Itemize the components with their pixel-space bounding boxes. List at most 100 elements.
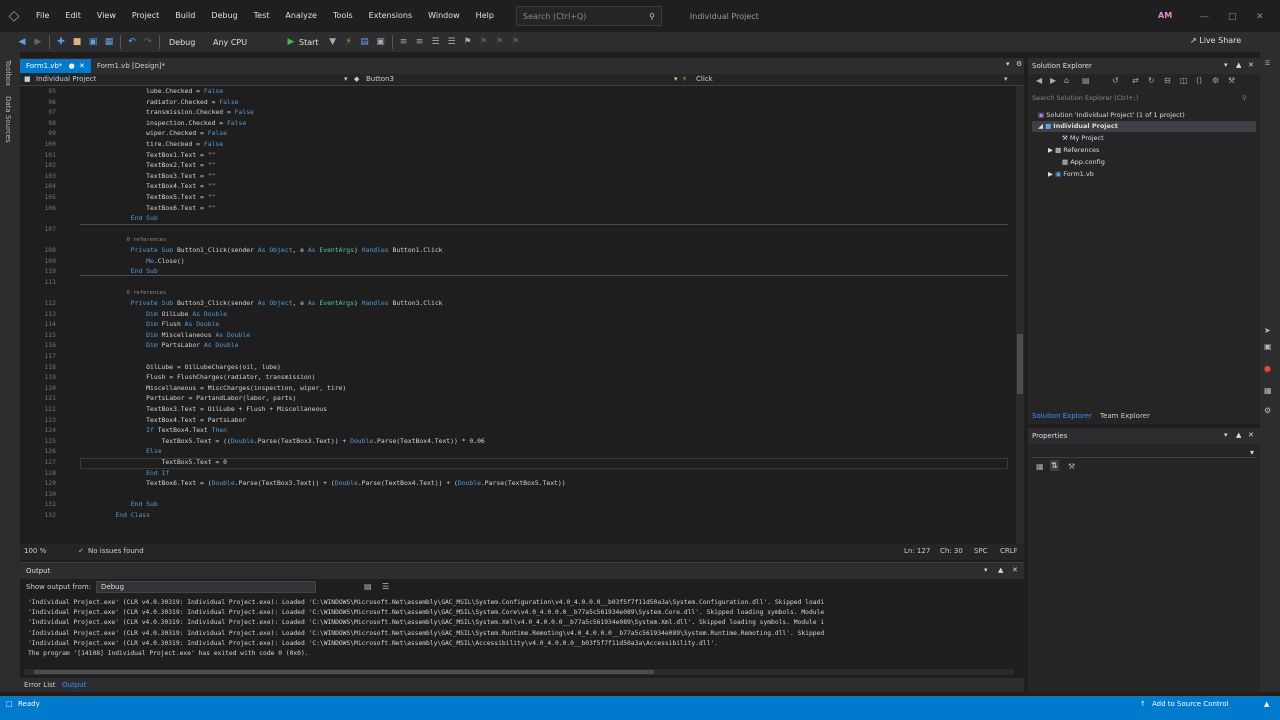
code-line[interactable]: 108 Private Sub Button1_Click(sender As …: [20, 245, 1010, 256]
properties-icon[interactable]: ⚙: [1212, 76, 1219, 85]
bookmark-next-icon[interactable]: ⚑: [492, 37, 508, 47]
bookmark-icon[interactable]: ⚑: [460, 37, 476, 47]
whitespace-mode[interactable]: SPC: [974, 547, 988, 555]
word-wrap-icon[interactable]: ☰: [382, 582, 389, 591]
sync-icon[interactable]: ⇄: [1132, 76, 1139, 85]
save-all-icon[interactable]: ▦: [101, 37, 117, 47]
code-line[interactable]: 104 TextBox4.Text = "": [20, 181, 1010, 192]
tree-item-my-project[interactable]: ⚒ My Project: [1062, 134, 1104, 142]
code-line[interactable]: 95 lube.Checked = False: [20, 86, 1010, 97]
align-right-icon[interactable]: ≡: [412, 37, 428, 47]
image-icon[interactable]: ▦: [1264, 386, 1272, 395]
code-line[interactable]: 131 End Sub: [20, 499, 1010, 510]
live-share-button[interactable]: ↗ Live Share: [1190, 36, 1241, 45]
bookmark-prev-icon[interactable]: ⚑: [476, 37, 492, 47]
back-icon[interactable]: ◀: [1036, 76, 1042, 85]
align-left-icon[interactable]: ≡: [396, 37, 412, 47]
avatar[interactable]: AM: [1158, 11, 1178, 23]
tree-item-references[interactable]: ▶ ▩ References: [1048, 146, 1099, 154]
cursor-icon[interactable]: ➤: [1264, 326, 1271, 335]
code-line[interactable]: 130: [20, 489, 1010, 500]
code-line[interactable]: 97 transmission.Checked = False: [20, 107, 1010, 118]
code-line[interactable]: 100 tire.Checked = False: [20, 139, 1010, 150]
output-horizontal-scrollbar[interactable]: [24, 669, 1014, 675]
menu-item-debug[interactable]: Debug: [203, 0, 245, 32]
panel-dropdown-icon[interactable]: ▾: [984, 566, 988, 574]
code-line[interactable]: 103 TextBox3.Text = "": [20, 171, 1010, 182]
wrench-icon[interactable]: ⚒: [1228, 76, 1235, 85]
menu-item-analyze[interactable]: Analyze: [277, 0, 325, 32]
code-line[interactable]: 128 End If: [20, 468, 1010, 479]
zoom-level[interactable]: 100 %: [24, 547, 46, 555]
show-all-files-icon[interactable]: ◫: [1180, 76, 1188, 85]
collapse-all-icon[interactable]: ⊟: [1164, 76, 1171, 85]
code-line[interactable]: 122 TextBox3.Text = OilLube + Flush + Mi…: [20, 404, 1010, 415]
add-to-source-control-button[interactable]: Add to Source Control: [1152, 700, 1229, 708]
toolbox-tab[interactable]: Toolbox: [4, 60, 12, 86]
close-tab-icon[interactable]: ✕: [79, 62, 85, 70]
menu-item-window[interactable]: Window: [420, 0, 468, 32]
scrollbar-thumb[interactable]: [1017, 334, 1023, 394]
editor-vertical-scrollbar[interactable]: [1016, 86, 1024, 544]
solution-search-input[interactable]: Search Solution Explorer (Ctrl+;) ⚲: [1030, 94, 1256, 106]
menu-item-project[interactable]: Project: [124, 0, 167, 32]
line-ending[interactable]: CRLF: [1000, 547, 1018, 555]
code-line[interactable]: 98 inspection.Checked = False: [20, 118, 1010, 129]
nav-object-dropdown[interactable]: Button3: [366, 75, 394, 83]
code-line[interactable]: 107: [20, 224, 1010, 235]
code-line[interactable]: 110 End Sub: [20, 266, 1010, 277]
code-line[interactable]: 111: [20, 277, 1010, 288]
property-pages-icon[interactable]: ⚒: [1068, 462, 1075, 471]
object-selector[interactable]: ▾: [1032, 448, 1256, 458]
settings-icon[interactable]: ⚙: [1016, 60, 1022, 68]
code-line[interactable]: 114 Dim Flush As Double: [20, 319, 1010, 330]
forward-icon[interactable]: ▶: [30, 37, 46, 47]
data-sources-tab[interactable]: Data Sources: [4, 96, 12, 143]
panel-dropdown-icon[interactable]: ▾: [1224, 61, 1228, 69]
pin-icon[interactable]: ▲: [998, 566, 1003, 574]
code-line[interactable]: 105 TextBox5.Text = "": [20, 192, 1010, 203]
uncomment-icon[interactable]: ☰: [444, 37, 460, 47]
alphabetical-icon[interactable]: ⇅: [1050, 460, 1059, 471]
code-line[interactable]: 117: [20, 351, 1010, 362]
tree-item-app-config[interactable]: ▦ App.config: [1062, 158, 1105, 166]
search-icon[interactable]: ⚲: [1242, 94, 1247, 102]
new-project-icon[interactable]: ✚: [53, 37, 69, 47]
configuration-dropdown[interactable]: Debug: [163, 38, 207, 47]
code-line[interactable]: 118 OilLube = OilLubeCharges(oil, lube): [20, 362, 1010, 373]
bookmark-clear-icon[interactable]: ⚑: [508, 37, 524, 47]
menu-item-extensions[interactable]: Extensions: [361, 0, 420, 32]
scrollbar-thumb[interactable]: [34, 670, 654, 674]
code-line[interactable]: 116 Dim PartsLabor As Double: [20, 340, 1010, 351]
menu-item-build[interactable]: Build: [167, 0, 203, 32]
code-line[interactable]: 112 Private Sub Button3_Click(sender As …: [20, 298, 1010, 309]
search-input[interactable]: Search (Ctrl+Q) ⚲: [515, 6, 662, 26]
code-line[interactable]: 127 TextBox5.Text = 0: [20, 457, 1010, 468]
camera-icon[interactable]: ▣: [1264, 342, 1272, 351]
code-line[interactable]: 96 radiator.Checked = False: [20, 97, 1010, 108]
code-line[interactable]: 109 Me.Close(): [20, 256, 1010, 267]
code-line[interactable]: 121 PartsLabor = PartandLabor(labor, par…: [20, 393, 1010, 404]
code-line[interactable]: 101 TextBox1.Text = "": [20, 150, 1010, 161]
settings-icon[interactable]: ⚙: [1264, 406, 1271, 415]
output-source-dropdown[interactable]: Debug: [96, 581, 316, 593]
code-line[interactable]: 113 Dim OilLube As Double: [20, 309, 1010, 320]
record-icon[interactable]: ●: [1264, 364, 1271, 373]
tab-form1-vb[interactable]: Form1.vb* ● ✕: [20, 59, 91, 73]
hot-reload-icon[interactable]: ⚡: [341, 37, 357, 47]
close-panel-icon[interactable]: ✕: [1248, 61, 1254, 69]
tab-form1-design[interactable]: Form1.vb [Design]*: [91, 59, 171, 73]
open-folder-icon[interactable]: ■: [69, 37, 85, 47]
pin-icon[interactable]: ●: [69, 62, 75, 70]
code-line[interactable]: End Sub: [20, 213, 1010, 224]
code-line[interactable]: 119 Flush = FlushCharges(radiator, trans…: [20, 372, 1010, 383]
close-panel-icon[interactable]: ✕: [1012, 566, 1018, 574]
home-icon[interactable]: ⌂: [1064, 76, 1069, 85]
start-icon[interactable]: ▶: [283, 37, 299, 47]
menu-item-help[interactable]: Help: [468, 0, 502, 32]
back-icon[interactable]: ◀: [14, 37, 30, 47]
code-view-icon[interactable]: ⟨⟩: [1196, 76, 1202, 85]
tree-project[interactable]: ◢ ■ Individual Project: [1038, 122, 1118, 130]
undo-icon[interactable]: ↶: [124, 37, 140, 47]
attach-icon[interactable]: ▼: [325, 37, 341, 47]
